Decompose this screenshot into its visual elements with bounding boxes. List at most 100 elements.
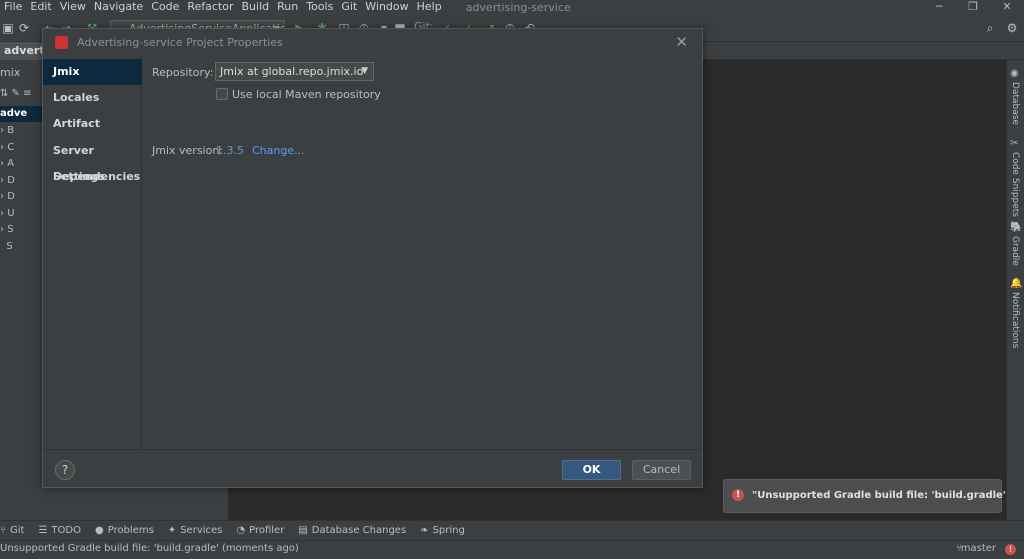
repository-select[interactable]: Jmix at global.repo.jmix.io ▼ [215,62,374,81]
restore-icon[interactable]: ❐ [956,0,990,14]
menu-git[interactable]: Git [337,0,361,14]
tool-label: Git [10,525,25,536]
notification-balloon[interactable]: ! "Unsupported Gradle build file: 'build… [723,479,1006,513]
error-icon: ! [732,489,744,501]
git-branch-widget[interactable]: master [961,543,996,554]
sidebar-item-dependencies[interactable]: Dependencies [43,164,142,190]
tool-profiler[interactable]: ◔ Profiler [236,525,284,536]
tree-item[interactable]: › S [0,222,42,238]
save-icon[interactable]: ▣ [0,20,16,36]
sidebar-item-artifact[interactable]: Artifact [43,111,142,137]
tool-database-changes[interactable]: ▤ Database Changes [298,525,406,536]
dialog-title: Advertising-service Project Properties [77,36,283,49]
menu-help[interactable]: Help [413,0,446,14]
todo-icon: ☰ [38,525,48,536]
close-icon[interactable]: ✕ [675,33,688,51]
database-changes-icon: ▤ [298,525,308,536]
tool-spring[interactable]: ❧ Spring [420,525,465,536]
notification-message: "Unsupported Gradle build file: 'build.g… [752,490,1006,501]
profiler-icon: ◔ [236,525,246,536]
project-tab[interactable]: advertising-se [0,42,46,60]
tree-item[interactable]: S [0,239,42,255]
tree-item[interactable]: › B [0,123,42,139]
window-title: advertising-service [465,0,571,14]
bottom-tool-bar: ⑂ Git ☰ TODO ● Problems ✦ Services ◔ Profiler… [0,520,1024,540]
gradle-icon: 🐘 [1010,222,1023,233]
problems-icon: ● [94,525,104,536]
menu-navigate[interactable]: Navigate [90,0,147,14]
spring-icon: ❧ [420,525,429,536]
tree-item-label: D [7,191,15,202]
tool-problems[interactable]: ● Problems [95,525,154,536]
tool-todo[interactable]: ☰ TODO [38,525,81,536]
menu-edit[interactable]: Edit [26,0,55,14]
project-properties-dialog: Advertising-service Project Properties ✕… [42,28,703,488]
right-tool-strip: ◉ Database ✂ Code Snippets 🐘 Gradle 🔔 No… [1006,60,1024,520]
tool-label: Services [180,525,223,536]
jmix-version-value: 1.3.5 [216,144,244,157]
tree-item[interactable]: › D [0,173,42,189]
menu-build[interactable]: Build [238,0,274,14]
tab-notifications[interactable]: Notifications [1010,292,1020,348]
search-icon[interactable]: ⌕ [982,20,998,36]
tool-git[interactable]: ⑂ Git [0,525,24,536]
menu-tools[interactable]: Tools [302,0,337,14]
menu-run[interactable]: Run [273,0,302,14]
gear-icon[interactable]: ⚙ [1004,20,1020,36]
tree-item[interactable]: › A [0,156,42,172]
dialog-content: Repository: Jmix at global.repo.jmix.io … [143,57,702,449]
code-snippets-icon: ✂ [1010,138,1019,149]
tree-item[interactable]: › D [0,189,42,205]
project-tool-window: mix ⇅ ✎ ≡ adve › B › C › A › D › D › U ›… [0,60,42,520]
error-icon[interactable]: ! [1005,544,1016,555]
notifications-icon: 🔔 [1010,278,1023,289]
tree-item[interactable]: › U [0,206,42,222]
change-version-link[interactable]: Change... [252,144,305,157]
menu-refactor[interactable]: Refactor [183,0,237,14]
minimize-icon[interactable]: ─ [922,0,956,14]
help-button[interactable]: ? [55,460,75,480]
intellij-logo-icon [55,36,68,49]
sidebar-item-server-settings[interactable]: Server Settings [43,138,142,183]
dialog-title-bar[interactable]: Advertising-service Project Properties ✕ [43,29,702,57]
menu-code[interactable]: Code [147,0,183,14]
menu-file[interactable]: File [0,0,26,14]
services-icon: ✦ [167,525,177,536]
cancel-button[interactable]: Cancel [632,460,691,480]
git-icon: ⑂ [0,525,6,536]
tool-services[interactable]: ✦ Services [168,525,223,536]
window-controls: ─ ❐ ✕ [922,0,1024,14]
tree-item-label: D [7,175,15,186]
tool-label: Database Changes [311,525,407,536]
tab-code-snippets[interactable]: Code Snippets [1010,152,1020,217]
tree-item-label: S [7,224,14,235]
tree-item[interactable]: adve [0,106,42,122]
tool-label: TODO [51,525,81,536]
tree-item-label: S [6,241,13,252]
local-maven-checkbox[interactable] [216,88,228,100]
tree-item[interactable]: › C [0,140,42,156]
status-message[interactable]: Unsupported Gradle build file: 'build.gr… [0,543,299,554]
tool-label: Spring [432,525,465,536]
menu-bar: File Edit View Navigate Code Refactor Bu… [0,0,1024,14]
ok-button[interactable]: OK [562,460,621,480]
tab-database[interactable]: Database [1010,82,1020,125]
repository-value: Jmix at global.repo.jmix.io [220,65,364,78]
tool-window-background [42,488,228,520]
dialog-footer: ? OK Cancel [43,449,702,489]
local-maven-label[interactable]: Use local Maven repository [232,88,381,101]
menu-view[interactable]: View [56,0,90,14]
sidebar-item-jmix[interactable]: Jmix [43,59,142,85]
sync-icon[interactable]: ⟳ [16,20,32,36]
dialog-sidebar: Jmix Locales Artifact Server Settings De… [43,57,142,449]
repository-label: Repository: [152,66,214,79]
tool-label: Problems [107,525,154,536]
tree-item-label: B [7,125,15,136]
database-icon: ◉ [1010,68,1019,79]
tree-item-label: U [7,208,15,219]
project-toolbar-icons[interactable]: ⇅ ✎ ≡ [0,86,42,102]
menu-window[interactable]: Window [361,0,412,14]
tab-gradle[interactable]: Gradle [1010,236,1020,266]
close-window-icon[interactable]: ✕ [990,0,1024,14]
sidebar-item-locales[interactable]: Locales [43,85,142,111]
